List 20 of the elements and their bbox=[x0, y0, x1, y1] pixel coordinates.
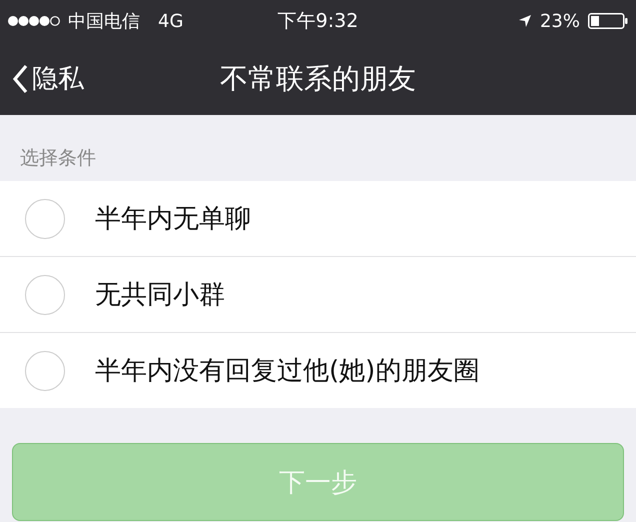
battery-icon bbox=[588, 13, 628, 29]
chevron-icon bbox=[12, 64, 28, 94]
radio-button[interactable] bbox=[25, 350, 65, 390]
option-row[interactable]: 半年内无单聊 bbox=[0, 181, 636, 257]
carrier-name: 中国电信 bbox=[68, 10, 140, 33]
option-row[interactable]: 半年内没有回复过他(她)的朋友圈 bbox=[0, 333, 636, 408]
back-button[interactable]: 隐私 bbox=[0, 61, 84, 96]
radio-button[interactable] bbox=[25, 198, 65, 238]
option-label: 半年内没有回复过他(她)的朋友圈 bbox=[95, 355, 480, 388]
signal-icon bbox=[8, 15, 62, 27]
location-icon bbox=[518, 14, 532, 28]
battery-percentage: 23% bbox=[540, 10, 580, 32]
option-row[interactable]: 无共同小群 bbox=[0, 257, 636, 333]
network-type: 4G bbox=[158, 10, 184, 32]
page-title: 不常联系的朋友 bbox=[220, 60, 416, 96]
clock-time: 下午9:32 bbox=[278, 9, 358, 34]
radio-button[interactable] bbox=[25, 274, 65, 314]
option-label: 无共同小群 bbox=[95, 279, 225, 312]
option-label: 半年内无单聊 bbox=[95, 203, 251, 236]
section-header: 选择条件 bbox=[19, 146, 97, 171]
